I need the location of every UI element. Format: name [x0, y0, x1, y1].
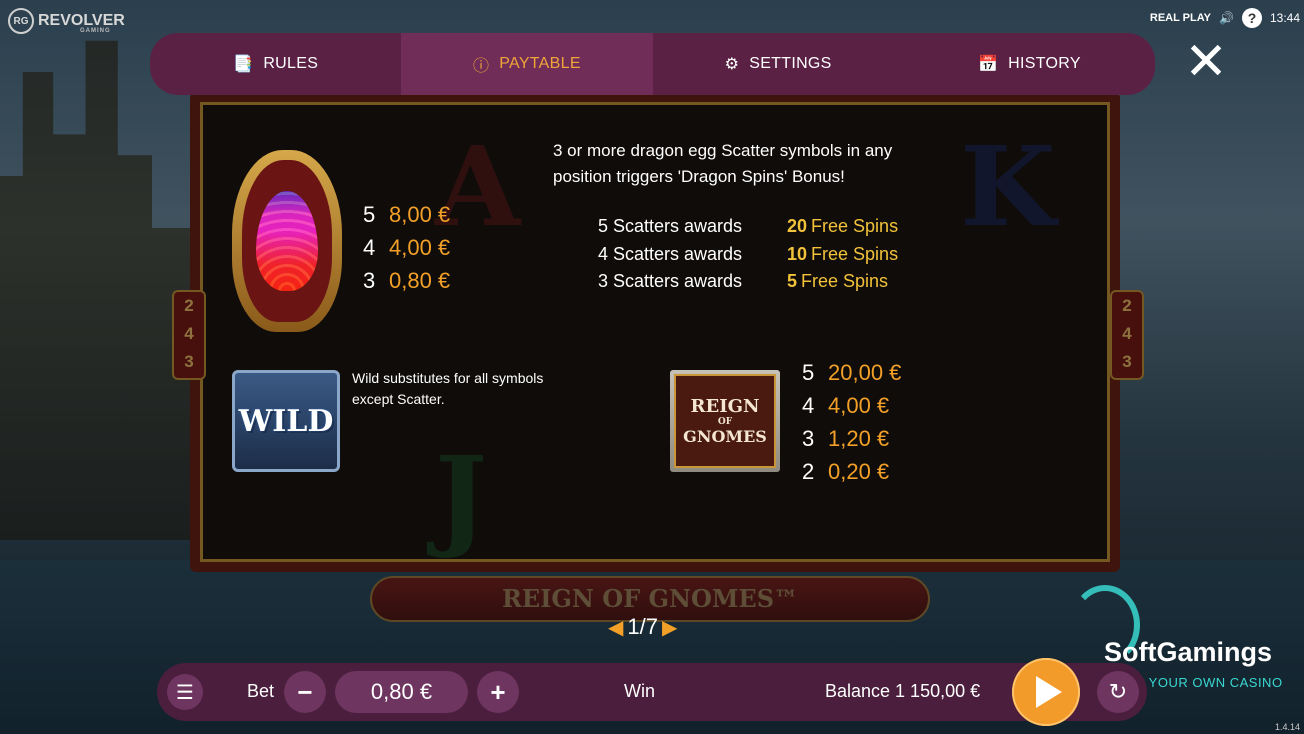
tab-settings[interactable]: ⚙ SETTINGS	[653, 33, 904, 95]
free-spins-text: Free Spins	[811, 216, 899, 237]
status-bar: REAL PLAY 🔊 ? 13:44	[1150, 8, 1300, 28]
brand-logo: RG REVOLVER GAMING	[8, 8, 125, 34]
scatter-award-row: 4 Scatters awards 10 Free Spins	[598, 241, 898, 269]
payout-value: 0,20 €	[828, 458, 890, 484]
payout-count: 5	[363, 201, 376, 227]
hamburger-icon: ☰	[176, 681, 194, 704]
scatter-award-label: 4 Scatters awards	[598, 243, 743, 264]
reign-payout-row: 5 20,00 €	[802, 356, 901, 389]
clock: 13:44	[1269, 11, 1300, 25]
info-icon: ⓘ	[472, 58, 490, 75]
egg-payout-row: 3 0,80 €	[363, 264, 450, 297]
prev-page-icon[interactable]: ◀	[608, 615, 623, 640]
win-label: Win	[624, 681, 655, 701]
payout-value: 1,20 €	[828, 425, 890, 451]
payout-count: 2	[802, 458, 815, 484]
scatter-award-row: 3 Scatters awards 5 Free Spins	[598, 268, 898, 296]
tab-history-label: HISTORY	[1008, 55, 1081, 72]
dragon-egg-symbol	[232, 150, 342, 332]
egg-payout-row: 4 4,00 €	[363, 231, 450, 264]
menu-button[interactable]: ☰	[167, 674, 203, 710]
egg-payout-list: 5 8,00 € 4 4,00 € 3 0,80 €	[363, 198, 450, 297]
bet-decrease-button[interactable]: −	[284, 671, 326, 713]
egg-payout-row: 5 8,00 €	[363, 198, 450, 231]
plus-icon: +	[490, 676, 506, 707]
payout-value: 4,00 €	[828, 392, 890, 418]
scatter-description: 3 or more dragon egg Scatter symbols in …	[553, 141, 893, 186]
free-spins-count: 20	[787, 216, 808, 237]
reign-payout-row: 4 4,00 €	[802, 389, 901, 422]
reign-payout-row: 3 1,20 €	[802, 422, 901, 455]
scatter-award-row: 5 Scatters awards 20 Free Spins	[598, 213, 898, 241]
payout-count: 3	[802, 425, 815, 451]
free-spins-text: Free Spins	[801, 271, 889, 292]
real-play-label: REAL PLAY	[1149, 12, 1212, 24]
brand-sub: GAMING	[80, 28, 111, 34]
tab-history[interactable]: 📅 HISTORY	[904, 33, 1155, 95]
rules-icon: 📑	[233, 56, 254, 73]
payout-value: 0,80 €	[389, 267, 451, 293]
payout-count: 5	[802, 359, 815, 385]
page-indicator: 1/7	[627, 614, 658, 639]
reign-logo-line1: REIGN	[690, 395, 760, 417]
bet-value: 0,80 €	[335, 671, 468, 713]
history-icon: 📅	[977, 56, 999, 73]
reign-payout-list: 5 20,00 € 4 4,00 € 3 1,20 € 2 0,20 €	[802, 356, 901, 488]
scatter-award-label: 3 Scatters awards	[598, 271, 743, 292]
minus-icon: −	[297, 676, 313, 707]
bet-label: Bet	[247, 681, 275, 701]
menu-tabbar: 📑 RULES ⓘ PAYTABLE ⚙ SETTINGS 📅 HISTORY	[150, 33, 1155, 95]
reign-of-gnomes-symbol: REIGN OF GNOMES	[670, 370, 780, 472]
payout-value: 8,00 €	[389, 201, 451, 227]
help-button[interactable]: ?	[1241, 8, 1262, 28]
watermark-name: SoftGamings	[1104, 637, 1273, 667]
free-spins-count: 10	[787, 243, 808, 264]
bet-increase-button[interactable]: +	[477, 671, 519, 713]
brand-badge: RG	[8, 8, 34, 34]
next-page-icon[interactable]: ▶	[662, 615, 677, 640]
sound-icon[interactable]: 🔊	[1219, 11, 1234, 25]
bottom-control-bar: ☰ Bet − 0,80 € + Win Balance 1 150,00 €	[157, 663, 1147, 721]
close-icon: ✕	[1184, 33, 1228, 91]
version-label: 1.4.14	[1274, 722, 1300, 732]
wild-description: Wild substitutes for all symbols except …	[352, 370, 544, 407]
paytable-pager: ◀ 1/7 ▶	[608, 614, 677, 640]
payout-count: 3	[363, 267, 376, 293]
play-icon	[1036, 676, 1062, 708]
tab-rules[interactable]: 📑 RULES	[150, 33, 401, 95]
balance-display: Balance 1 150,00 €	[825, 681, 981, 701]
payout-value: 4,00 €	[389, 234, 451, 260]
payout-count: 4	[802, 392, 815, 418]
tab-paytable[interactable]: ⓘ PAYTABLE	[401, 33, 653, 95]
close-button[interactable]: ✕	[1183, 36, 1229, 88]
reign-payout-row: 2 0,20 €	[802, 455, 901, 488]
free-spins-text: Free Spins	[811, 243, 899, 264]
payout-count: 4	[363, 234, 376, 260]
tab-paytable-label: PAYTABLE	[499, 55, 581, 72]
autoplay-button[interactable]: ↻	[1097, 671, 1139, 713]
egg-shell	[256, 191, 318, 291]
free-spins-count: 5	[787, 271, 798, 292]
wild-symbol: WILD	[232, 370, 340, 472]
tab-settings-label: SETTINGS	[749, 55, 832, 72]
reign-logo-line2: OF	[717, 416, 733, 427]
tab-rules-label: RULES	[263, 55, 319, 72]
scatter-award-label: 5 Scatters awards	[598, 216, 743, 237]
scatter-awards-table: 5 Scatters awards 20 Free Spins 4 Scatte…	[598, 213, 898, 296]
gear-icon: ⚙	[724, 56, 740, 73]
payout-value: 20,00 €	[828, 359, 902, 385]
reign-logo-line3: GNOMES	[683, 426, 767, 446]
wild-symbol-text: WILD	[238, 403, 334, 439]
spin-button[interactable]	[1012, 658, 1080, 726]
autoplay-icon: ↻	[1108, 679, 1128, 704]
